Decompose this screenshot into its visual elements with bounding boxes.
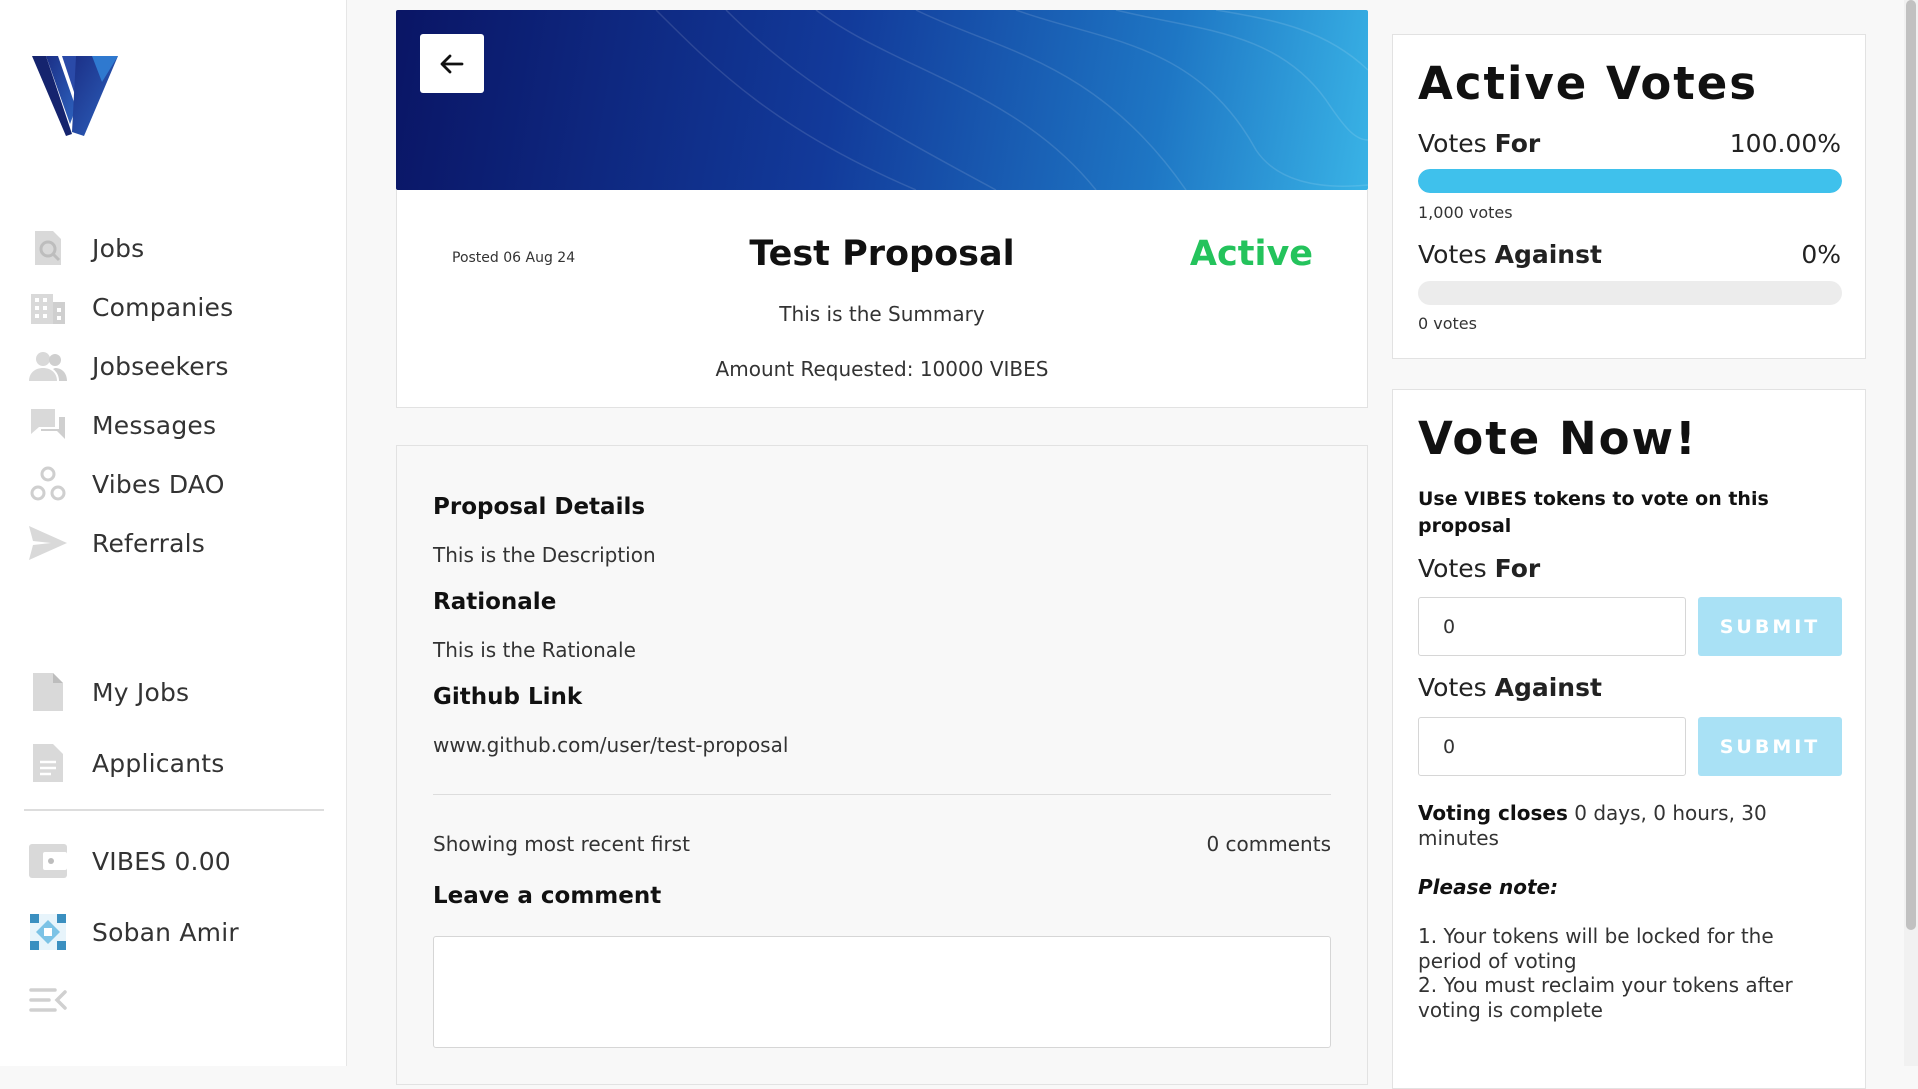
dao-icon <box>28 464 68 504</box>
active-votes-card: Active Votes Votes For 100.00% 1,000 vot… <box>1392 34 1866 359</box>
github-link[interactable]: www.github.com/user/test-proposal <box>433 733 788 757</box>
sidebar-item-jobs[interactable]: Jobs <box>28 226 144 270</box>
comments-count: 0 comments <box>1206 832 1331 856</box>
sidebar-item-label: My Jobs <box>92 677 190 707</box>
send-icon <box>28 523 68 563</box>
vote-against-input[interactable] <box>1418 717 1686 776</box>
search-document-icon <box>28 228 68 268</box>
banner-wave-pattern <box>655 10 1368 190</box>
votes-against-label: Votes Against <box>1418 240 1602 269</box>
amount-requested: Amount Requested: 10000 VIBES <box>715 357 1049 381</box>
leave-comment-heading: Leave a comment <box>433 883 662 909</box>
proposal-summary-card: Posted 06 Aug 24 Test Proposal Active Th… <box>396 190 1368 408</box>
collapse-menu-icon <box>28 980 68 1020</box>
submit-vote-for-button[interactable]: SUBMIT <box>1698 597 1842 656</box>
vote-now-subtitle: Use VIBES tokens to vote on this proposa… <box>1418 488 1769 537</box>
votes-for-percent: 100.00% <box>1729 129 1841 158</box>
proposal-banner <box>396 10 1368 190</box>
user-name: Soban Amir <box>92 917 239 947</box>
status-badge: Active <box>1189 234 1313 274</box>
vote-now-card: Vote Now! Use VIBES tokens to vote on th… <box>1392 389 1866 1089</box>
proposal-description: This is the Description <box>433 543 656 567</box>
sidebar-item-wallet[interactable]: VIBES 0.00 <box>28 839 231 883</box>
chat-icon <box>28 405 68 445</box>
rationale-heading: Rationale <box>433 589 557 615</box>
comment-input[interactable] <box>433 936 1331 1048</box>
sidebar-item-label: Applicants <box>92 748 225 778</box>
sidebar-item-jobseekers[interactable]: Jobseekers <box>28 344 229 388</box>
note-item-2: 2. You must reclaim your tokens after vo… <box>1418 973 1793 1022</box>
votes-for-progress <box>1418 169 1842 193</box>
sidebar-item-label: Messages <box>92 410 217 440</box>
people-icon <box>28 346 68 386</box>
back-button[interactable] <box>420 34 484 93</box>
file-icon <box>28 672 68 712</box>
votes-for-label: Votes For <box>1418 129 1541 158</box>
sidebar-item-vibes-dao[interactable]: Vibes DAO <box>28 462 225 506</box>
details-heading: Proposal Details <box>433 494 646 520</box>
vibes-logo[interactable] <box>32 52 118 138</box>
sidebar: Jobs Companies Jobseekers Messages Vibes… <box>0 0 347 1066</box>
wallet-balance: VIBES 0.00 <box>92 846 231 876</box>
details-divider <box>433 794 1331 795</box>
submit-vote-against-button[interactable]: SUBMIT <box>1698 717 1842 776</box>
votes-for-count: 1,000 votes <box>1418 203 1513 222</box>
arrow-left-icon <box>440 54 464 73</box>
vote-for-label: Votes For <box>1418 554 1541 583</box>
proposal-rationale: This is the Rationale <box>433 638 636 662</box>
sidebar-item-referrals[interactable]: Referrals <box>28 521 205 565</box>
note-heading: Please note: <box>1418 875 1559 899</box>
votes-against-count: 0 votes <box>1418 314 1477 333</box>
page-scrollbar[interactable] <box>1904 0 1918 1066</box>
votes-against-percent: 0% <box>1801 240 1841 269</box>
sidebar-item-label: Referrals <box>92 528 206 558</box>
sidebar-item-companies[interactable]: Companies <box>28 285 233 329</box>
avatar <box>28 912 68 952</box>
sidebar-item-label: Companies <box>92 292 234 322</box>
building-icon <box>28 287 68 327</box>
sidebar-divider <box>24 809 324 811</box>
proposal-summary: This is the Summary <box>779 302 985 326</box>
votes-against-progress <box>1418 281 1842 305</box>
voting-closes: Voting closes 0 days, 0 hours, 30 minute… <box>1418 801 1767 850</box>
sidebar-item-label: Jobs <box>92 233 145 263</box>
votes-for-progress-fill <box>1418 169 1842 193</box>
sidebar-item-applicants[interactable]: Applicants <box>28 741 224 785</box>
sidebar-item-label: Jobseekers <box>92 351 229 381</box>
sidebar-item-my-jobs[interactable]: My Jobs <box>28 670 189 714</box>
proposal-details-card: Proposal Details This is the Description… <box>396 445 1368 1085</box>
sidebar-item-messages[interactable]: Messages <box>28 403 216 447</box>
active-votes-title: Active Votes <box>1418 57 1759 110</box>
github-heading: Github Link <box>433 684 583 710</box>
collapse-sidebar-button[interactable] <box>28 978 92 1022</box>
vote-now-title: Vote Now! <box>1418 412 1698 465</box>
wallet-icon <box>28 841 68 881</box>
vote-against-label: Votes Against <box>1418 673 1602 702</box>
sidebar-item-profile[interactable]: Soban Amir <box>28 910 239 954</box>
scrollbar-thumb[interactable] <box>1906 0 1916 930</box>
vote-for-input[interactable] <box>1418 597 1686 656</box>
sidebar-item-label: Vibes DAO <box>92 469 225 499</box>
note-item-1: 1. Your tokens will be locked for the pe… <box>1418 924 1774 973</box>
document-icon <box>28 743 68 783</box>
comment-sort-text: Showing most recent first <box>433 832 690 856</box>
